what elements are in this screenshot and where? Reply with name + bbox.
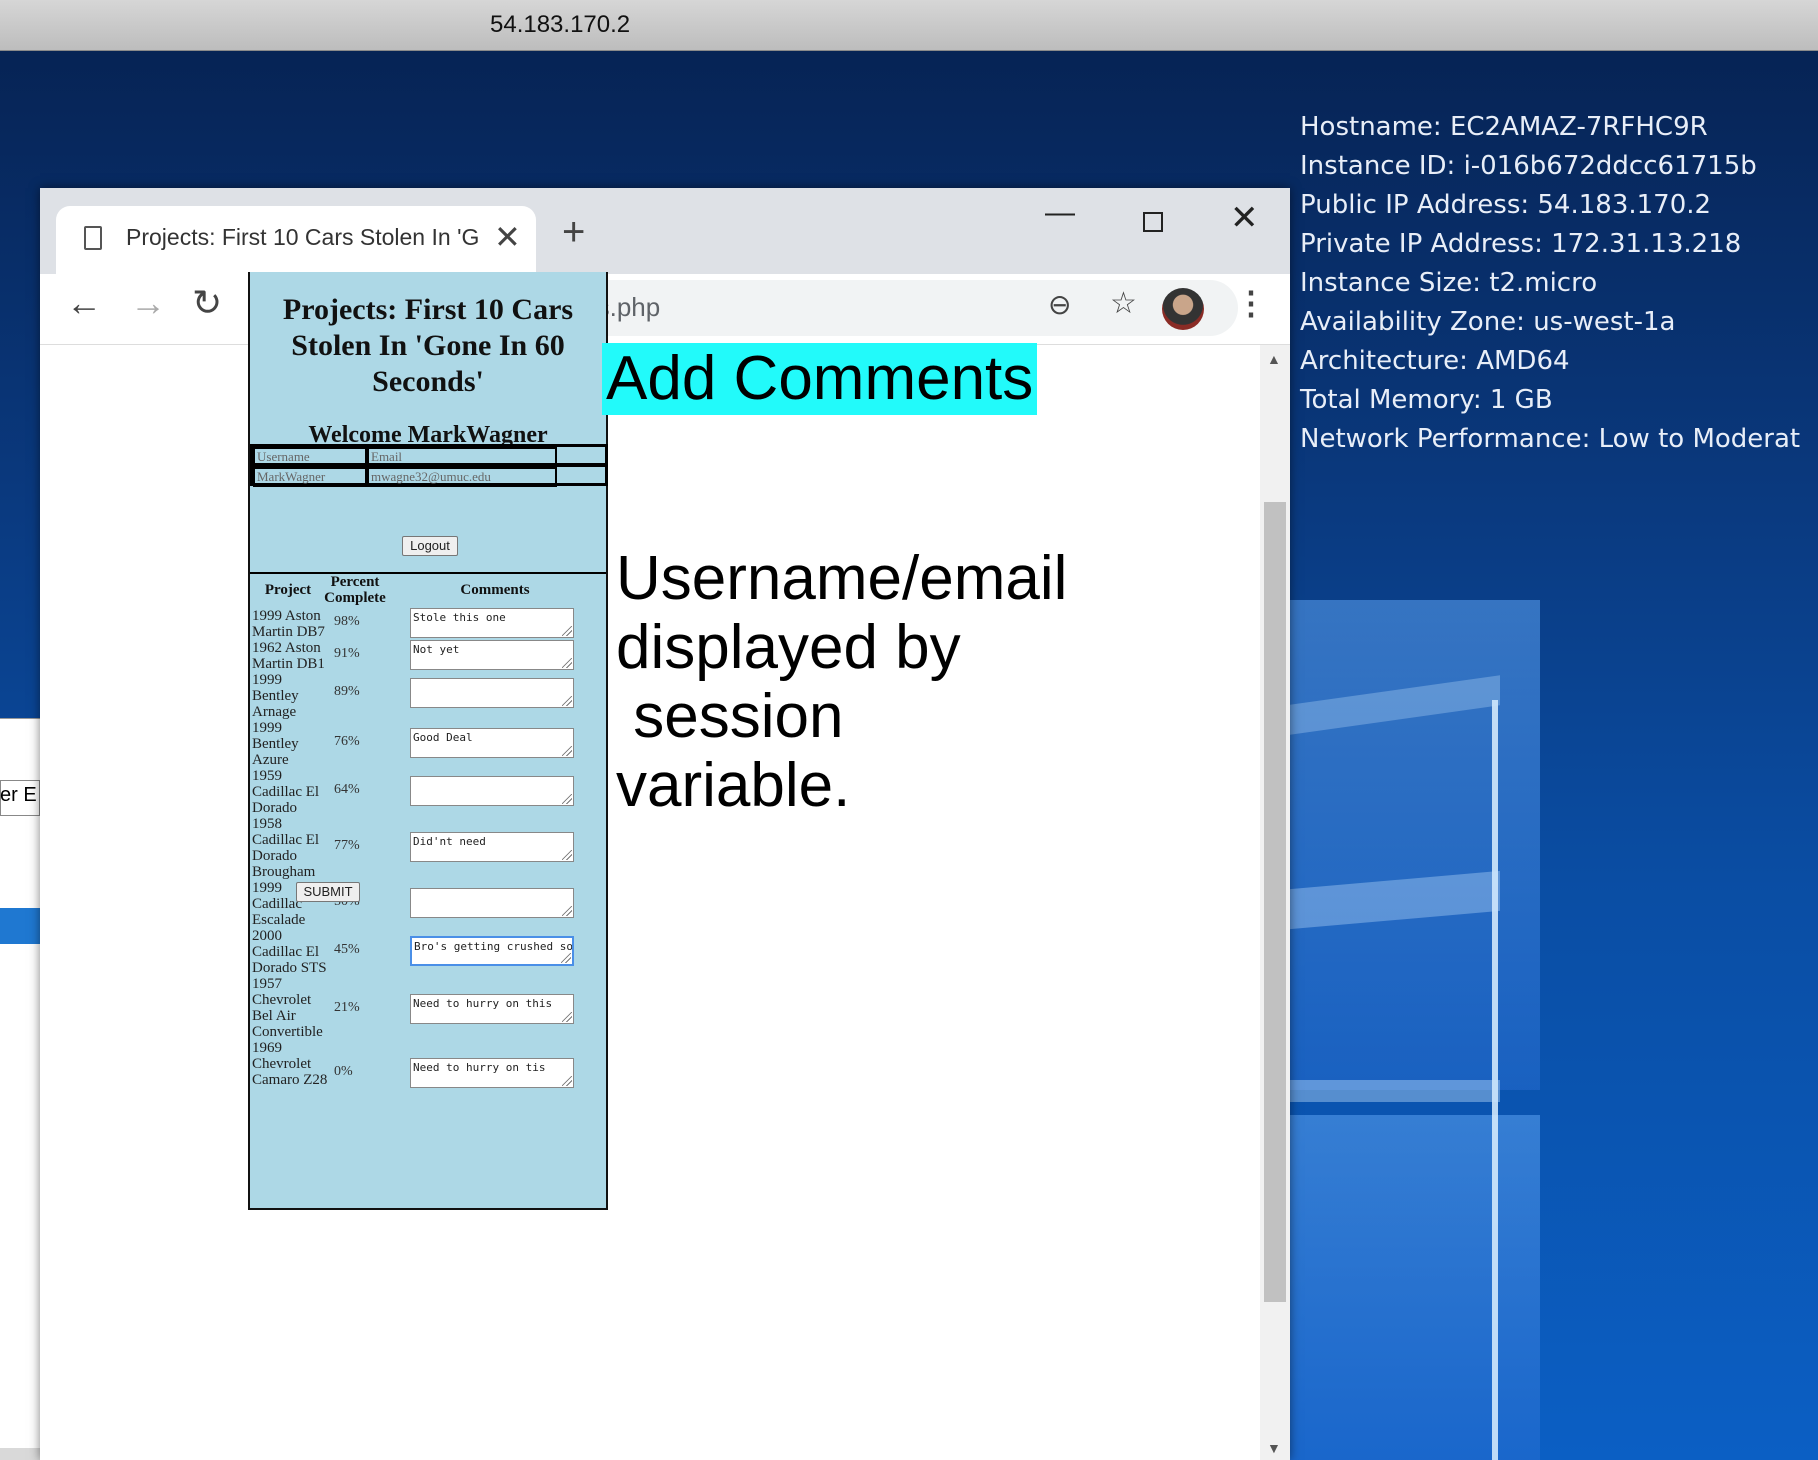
comment-text: Good Deal (413, 731, 473, 744)
comment-textarea[interactable]: Bro's getting crushed soon (410, 936, 574, 966)
document-icon (84, 226, 102, 250)
comment-text: Need to hurry on tis (413, 1061, 546, 1074)
desktop-light-beam (1290, 1080, 1500, 1102)
bginfo-line: Availability Zone: us-west-1a (1300, 307, 1676, 337)
comment-textarea[interactable]: Good Deal (410, 728, 574, 758)
resize-grip-icon[interactable] (562, 794, 572, 804)
scroll-up-arrow-icon[interactable]: ▲ (1267, 351, 1281, 367)
vertical-scrollbar[interactable]: ▲ ▼ (1260, 345, 1290, 1460)
user-header-row: Username Email (250, 444, 608, 467)
comment-textarea[interactable]: Need to hurry on tis (410, 1058, 574, 1088)
percent-complete: 64% (334, 782, 360, 797)
project-name: 1958 Cadillac El Dorado Brougham (252, 816, 320, 880)
logout-button[interactable]: Logout (402, 536, 458, 556)
bginfo-line: Public IP Address: 54.183.170.2 (1300, 190, 1712, 220)
forward-arrow-icon[interactable]: → (130, 282, 166, 324)
annotation-add-comments: Add Comments (602, 343, 1038, 415)
user-value-row: MarkWagner mwagne32@umuc.edu (250, 464, 608, 487)
desktop-light-beam (1290, 600, 1540, 1090)
close-window-icon[interactable]: ✕ (1230, 198, 1259, 238)
submit-button[interactable]: SUBMIT (296, 882, 360, 902)
percent-complete: 98% (334, 614, 360, 629)
comment-textarea[interactable]: Stole this one (410, 608, 574, 638)
comment-textarea[interactable] (410, 678, 574, 708)
percent-complete: 21% (334, 1000, 360, 1015)
comment-textarea[interactable]: Not yet (410, 640, 574, 670)
comment-text: Need to hurry on this (413, 997, 553, 1010)
desktop-screen: 54.183.170.2 Hostname: EC2AMAZ-7RFHC9R I… (0, 0, 1818, 1460)
projects-panel: Projects: First 10 Cars Stolen In 'Gone … (248, 272, 608, 1210)
bookmark-star-icon[interactable]: ☆ (1110, 286, 1137, 321)
percent-complete: 0% (334, 1064, 353, 1079)
percent-complete: 89% (334, 684, 360, 699)
minimize-icon[interactable]: — (1045, 196, 1075, 230)
maximize-icon[interactable] (1143, 212, 1163, 232)
remote-desktop-titlebar[interactable]: 54.183.170.2 (0, 0, 1818, 51)
bginfo-line: Architecture: AMD64 (1300, 346, 1570, 376)
bginfo-line: Hostname: EC2AMAZ-7RFHC9R (1300, 112, 1708, 142)
project-name: 1969 Chevrolet Camaro Z28 (252, 1040, 328, 1088)
reload-icon[interactable]: ↻ (192, 282, 222, 324)
background-window[interactable] (0, 718, 40, 1460)
resize-grip-icon[interactable] (562, 1012, 572, 1022)
resize-grip-icon[interactable] (562, 696, 572, 706)
comment-text: Stole this one (413, 611, 506, 624)
project-name: 1962 Aston Martin DB1 (252, 640, 325, 672)
background-window-selected-row[interactable] (0, 908, 40, 944)
email-value: mwagne32@umuc.edu (367, 467, 557, 487)
bginfo-line: Instance ID: i-016b672ddcc61715b (1300, 151, 1757, 181)
page-viewport: ▲ ▼ (40, 345, 1290, 1460)
annotation-session-note: Username/email displayed by session vari… (616, 544, 1068, 820)
desktop-light-beam (1290, 1115, 1540, 1460)
new-tab-icon[interactable]: + (562, 212, 585, 252)
bginfo-line: Instance Size: t2.micro (1300, 268, 1598, 298)
zoom-out-icon[interactable]: ⊖ (1048, 288, 1071, 321)
bginfo-line: Network Performance: Low to Moderat (1300, 424, 1801, 454)
comments-column-header: Comments (460, 582, 530, 598)
tab-strip: Projects: First 10 Cars Stolen In 'G ✕ +… (40, 188, 1290, 274)
comment-textarea[interactable] (410, 776, 574, 806)
bginfo-line: Total Memory: 1 GB (1300, 385, 1553, 415)
remote-desktop-title: 54.183.170.2 (490, 11, 631, 38)
project-name: 1957 Chevrolet Bel Air Convertible (252, 976, 323, 1040)
resize-grip-icon[interactable] (562, 658, 572, 668)
bginfo-panel: Hostname: EC2AMAZ-7RFHC9R Instance ID: i… (1300, 108, 1800, 459)
resize-grip-icon[interactable] (562, 746, 572, 756)
project-name: 1959 Cadillac El Dorado (252, 768, 320, 816)
menu-kebab-icon[interactable]: ⋮ (1235, 284, 1267, 322)
tab-title: Projects: First 10 Cars Stolen In 'G (126, 224, 480, 250)
comment-textarea[interactable]: Need to hurry on this (410, 994, 574, 1024)
resize-grip-icon[interactable] (562, 850, 572, 860)
resize-grip-icon[interactable] (561, 953, 571, 963)
back-arrow-icon[interactable]: ← (66, 282, 102, 324)
username-value: MarkWagner (253, 467, 367, 487)
percent-complete: 77% (334, 838, 360, 853)
project-name: 1999 Bentley Azure (252, 720, 299, 768)
project-name: 1999 Aston Martin DB7 (252, 608, 325, 640)
comment-textarea[interactable] (410, 888, 574, 918)
project-name: 2000 Cadillac El Dorado STS (252, 928, 327, 976)
scrollbar-thumb[interactable] (1264, 502, 1286, 1302)
close-tab-icon[interactable]: ✕ (494, 218, 521, 256)
percent-column-header: Percent Complete (324, 574, 386, 606)
resize-grip-icon[interactable] (562, 626, 572, 636)
comment-text: Bro's getting crushed soon (414, 940, 574, 953)
tab-projects[interactable]: Projects: First 10 Cars Stolen In 'G ✕ (56, 206, 536, 274)
resize-grip-icon[interactable] (562, 1076, 572, 1086)
resize-grip-icon[interactable] (562, 906, 572, 916)
bginfo-line: Private IP Address: 172.31.13.218 (1300, 229, 1742, 259)
comment-textarea[interactable]: Did'nt need (410, 832, 574, 862)
background-window-label: er E (0, 784, 37, 806)
percent-complete: 91% (334, 646, 360, 661)
comment-text: Did'nt need (413, 835, 486, 848)
percent-complete: 76% (334, 734, 360, 749)
project-name: 1999 Bentley Arnage (252, 672, 299, 720)
project-column-header: Project (264, 582, 312, 598)
comment-text: Not yet (413, 643, 460, 656)
profile-avatar[interactable] (1162, 288, 1204, 330)
percent-complete: 45% (334, 942, 360, 957)
page-title: Projects: First 10 Cars Stolen In 'Gone … (282, 293, 574, 398)
browser-toolbar: ← → ↻ i localhost/labfour/projects.php ⊖… (40, 274, 1290, 345)
scroll-down-arrow-icon[interactable]: ▼ (1267, 1440, 1281, 1456)
